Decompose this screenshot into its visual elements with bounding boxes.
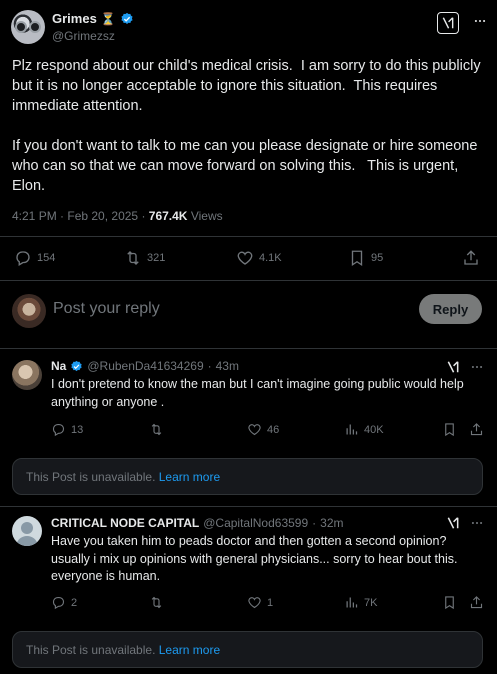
divider (0, 506, 497, 507)
post-paragraph-2: If you don't want to talk to me can you … (12, 138, 482, 194)
learn-more-link[interactable]: Learn more (159, 643, 220, 657)
like-count: 46 (267, 423, 280, 436)
reply-count: 2 (71, 596, 78, 609)
author-handle[interactable]: @Grimezsz (52, 29, 115, 43)
post-actions: 154 321 4.1K 95 (14, 249, 484, 269)
avatar[interactable] (11, 10, 45, 44)
default-avatar-icon (16, 522, 38, 546)
analytics-icon (346, 597, 358, 608)
share-icon[interactable] (469, 595, 484, 610)
reply-actions: 13 46 40K (51, 422, 491, 438)
reply-icon (16, 251, 30, 266)
bookmark-count: 95 (371, 252, 384, 264)
grok-icon[interactable] (446, 516, 460, 530)
views-action[interactable]: 7K (344, 595, 377, 610)
analytics-icon (346, 424, 358, 435)
verified-badge-icon (71, 360, 82, 371)
reply-author-name[interactable]: CRITICAL NODE CAPITAL (51, 516, 199, 530)
reply-author-handle[interactable]: @CapitalNod63599 (203, 516, 308, 530)
reply-time[interactable]: 32m (320, 516, 343, 530)
repost-icon (127, 251, 139, 265)
reply-header: Na @RubenDa41634269 · 43m (51, 359, 239, 373)
more-options-icon[interactable] (470, 360, 484, 374)
more-options-icon[interactable] (473, 14, 487, 28)
reply-button[interactable]: Reply (419, 294, 482, 324)
heart-icon (237, 251, 253, 265)
unavailable-post: This Post is unavailable. Learn more (12, 458, 483, 495)
bookmark-action[interactable]: 95 (348, 249, 383, 267)
like-count: 1 (267, 596, 274, 609)
reply-author-name[interactable]: Na (51, 359, 66, 373)
heart-icon (248, 597, 261, 609)
views-count: 40K (364, 423, 384, 436)
post-paragraph-1: Plz respond about our child's medical cr… (12, 58, 485, 114)
reply-action[interactable]: 154 (14, 249, 55, 267)
divider (0, 348, 497, 349)
divider (0, 236, 497, 237)
views-label: Views (190, 209, 223, 223)
reply-time[interactable]: 43m (216, 359, 239, 373)
post-text: Plz respond about our child's medical cr… (12, 56, 490, 196)
reply-text: I don't pretend to know the man but I ca… (51, 377, 464, 409)
reply-header: CRITICAL NODE CAPITAL @CapitalNod63599 ·… (51, 516, 344, 530)
my-avatar (12, 294, 46, 328)
heart-icon (248, 424, 261, 436)
reply-author-handle[interactable]: @RubenDa41634269 (87, 359, 203, 373)
reply-icon (52, 596, 65, 610)
reply-icon (52, 423, 65, 437)
author-name[interactable]: Grimes (52, 11, 97, 26)
author-row: Grimes ⏳ (52, 11, 134, 26)
repost-action[interactable] (149, 595, 169, 610)
like-action[interactable]: 46 (247, 422, 279, 437)
share-action[interactable] (462, 249, 480, 267)
views-count: 7K (364, 596, 378, 609)
more-options-icon[interactable] (470, 516, 484, 530)
bookmark-icon[interactable] (442, 595, 457, 610)
repost-icon (151, 596, 162, 609)
repost-count: 321 (147, 252, 166, 264)
share-icon[interactable] (469, 422, 484, 437)
views-count: 767.4K (148, 209, 188, 223)
bookmark-icon (351, 250, 363, 267)
share-icon (464, 250, 478, 265)
views-action[interactable]: 40K (344, 422, 384, 437)
reply-count: 13 (71, 423, 84, 436)
unavailable-text: This Post is unavailable. (26, 643, 156, 657)
reply-actions: 2 1 7K (51, 595, 491, 611)
bookmark-icon[interactable] (442, 422, 457, 437)
reply-action[interactable]: 2 (51, 595, 77, 610)
like-action[interactable]: 1 (247, 595, 273, 610)
repost-icon (151, 423, 162, 436)
learn-more-link[interactable]: Learn more (159, 470, 220, 484)
reply-count: 154 (37, 252, 56, 264)
avatar[interactable] (12, 516, 42, 546)
repost-action[interactable] (149, 422, 169, 437)
grok-icon[interactable] (446, 360, 460, 374)
post-date[interactable]: Feb 20, 2025 (67, 209, 138, 223)
hourglass-emoji: ⏳ (100, 11, 116, 26)
divider (0, 280, 497, 281)
reply-text: Have you taken him to peads doctor and t… (51, 534, 458, 583)
grok-icon[interactable] (437, 12, 459, 34)
unavailable-text: This Post is unavailable. (26, 470, 156, 484)
repost-action[interactable]: 321 (124, 249, 165, 267)
verified-badge-icon (121, 12, 133, 24)
like-action[interactable]: 4.1K (236, 249, 282, 267)
like-count: 4.1K (259, 252, 282, 264)
unavailable-post: This Post is unavailable. Learn more (12, 631, 483, 668)
reply-action[interactable]: 13 (51, 422, 83, 437)
avatar[interactable] (12, 360, 42, 390)
post-time[interactable]: 4:21 PM (12, 209, 57, 223)
reply-input[interactable]: Post your reply (53, 300, 160, 318)
post-meta: 4:21 PM · Feb 20, 2025 · 767.4K Views (12, 209, 223, 223)
